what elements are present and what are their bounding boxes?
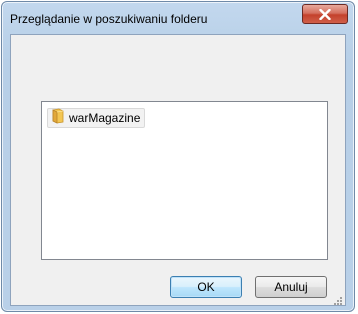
window-title: Przeglądanie w poszukiwaniu folderu (10, 12, 208, 26)
folder-browse-dialog: Przeglądanie w poszukiwaniu folderu warM… (1, 1, 355, 312)
cancel-button[interactable]: Anuluj (255, 276, 327, 298)
folder-icon (51, 108, 65, 129)
close-icon (319, 8, 331, 20)
title-bar[interactable]: Przeglądanie w poszukiwaniu folderu (2, 2, 354, 38)
ok-button[interactable]: OK (170, 276, 242, 298)
tree-item-label: warMagazine (69, 111, 141, 125)
close-button[interactable] (302, 4, 348, 24)
dialog-client-area: warMagazine OK Anuluj (10, 34, 346, 306)
tree-item-warmagazine[interactable]: warMagazine (47, 108, 146, 129)
resize-grip[interactable] (333, 293, 343, 305)
folder-tree[interactable]: warMagazine (41, 101, 328, 260)
